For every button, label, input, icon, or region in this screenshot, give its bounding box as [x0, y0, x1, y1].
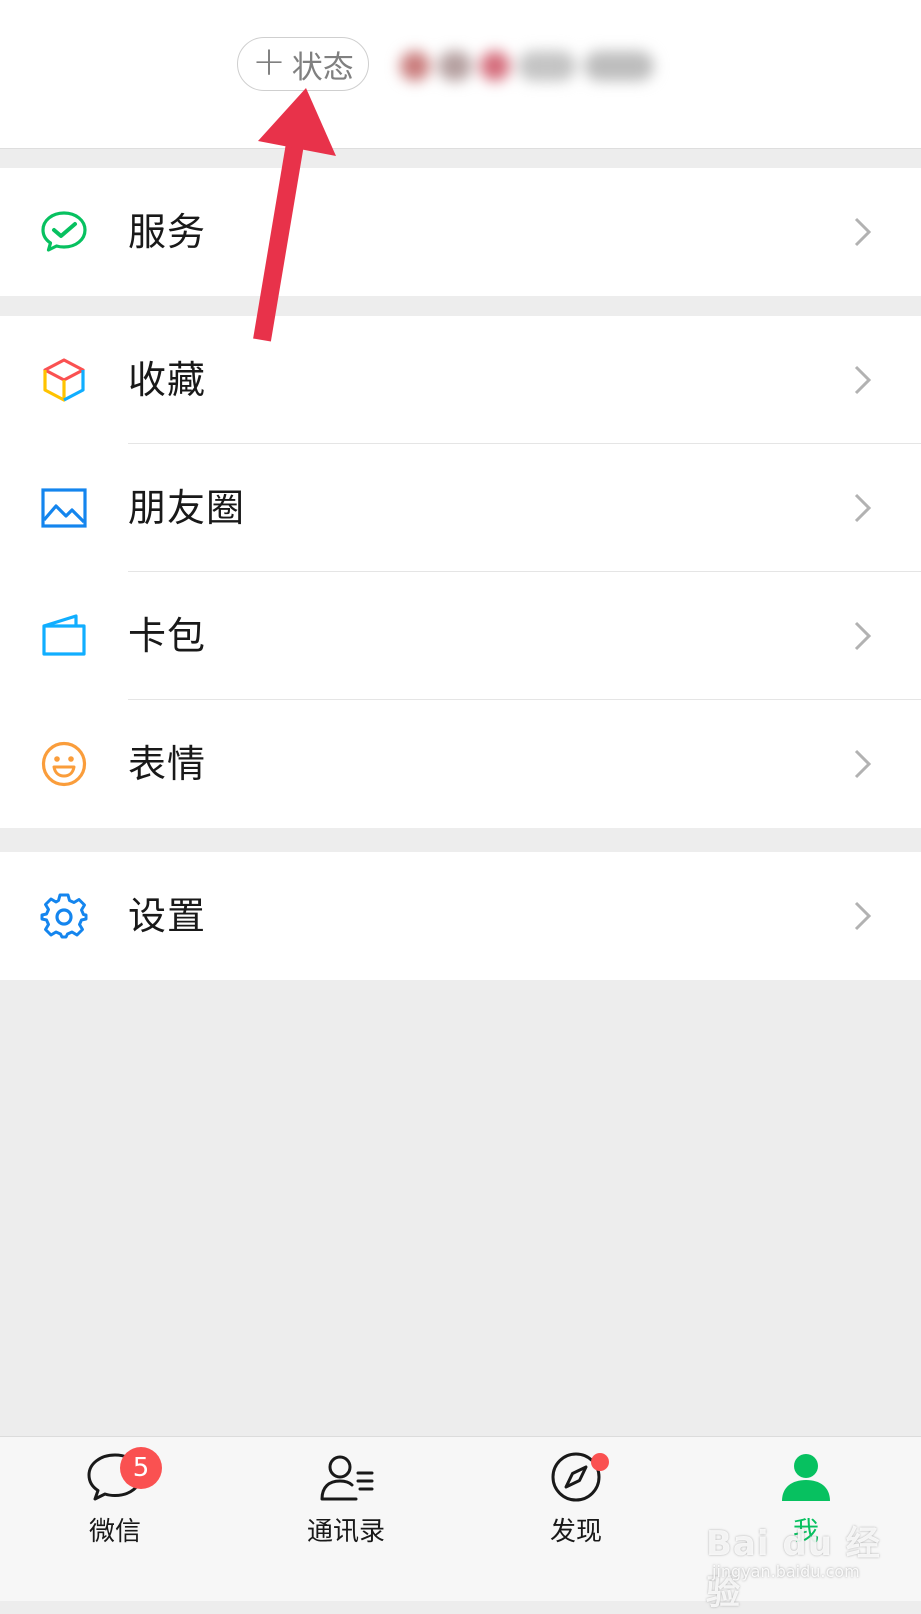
- tab-discover[interactable]: 发现: [511, 1451, 641, 1561]
- menu-group-main: 收藏 朋友圈 卡包 表情: [0, 316, 921, 828]
- chevron-right-icon: [854, 365, 872, 395]
- menu-item-favorites-label: 收藏: [128, 358, 207, 402]
- menu-item-moments[interactable]: 朋友圈: [0, 444, 921, 572]
- add-status-button[interactable]: + 状态: [237, 37, 369, 91]
- menu-item-favorites[interactable]: 收藏: [0, 316, 921, 444]
- status-button-label: 状态: [291, 49, 354, 86]
- chevron-right-icon: [854, 621, 872, 651]
- tab-chats[interactable]: 5 微信: [50, 1447, 180, 1561]
- menu-item-stickers-label: 表情: [128, 742, 207, 786]
- tab-contacts[interactable]: 通讯录: [281, 1451, 411, 1561]
- contacts-icon: [320, 1455, 374, 1501]
- tab-chats-label: 微信: [88, 1517, 141, 1547]
- profile-header: + 状态: [0, 0, 921, 149]
- plus-icon: +: [252, 39, 286, 85]
- menu-group-settings: 设置: [0, 852, 921, 980]
- unread-badge: 5: [120, 1447, 162, 1489]
- picture-icon: [41, 488, 87, 528]
- menu-item-settings-label: 设置: [128, 894, 207, 938]
- chevron-right-icon: [854, 901, 872, 931]
- smiley-icon: [41, 741, 87, 787]
- menu-item-stickers[interactable]: 表情: [0, 700, 921, 828]
- chevron-right-icon: [854, 493, 872, 523]
- baidu-watermark: Bai du 经验 jingyan.baidu.com: [706, 1516, 886, 1613]
- menu-item-services-label: 服务: [128, 210, 207, 254]
- chevron-right-icon: [854, 749, 872, 779]
- menu-item-moments-label: 朋友圈: [128, 486, 246, 530]
- chevron-right-icon: [854, 217, 872, 247]
- tab-discover-label: 发现: [549, 1517, 602, 1547]
- menu-group-services: 服务: [0, 168, 921, 296]
- blurred-friend-status: [400, 44, 675, 88]
- tab-contacts-label: 通讯录: [306, 1517, 385, 1547]
- menu-item-settings[interactable]: 设置: [0, 852, 921, 980]
- card-icon: [42, 614, 86, 656]
- notification-dot: [591, 1453, 609, 1471]
- menu-item-cards-label: 卡包: [128, 614, 207, 658]
- gear-icon: [40, 893, 88, 939]
- menu-item-services[interactable]: 服务: [0, 168, 921, 296]
- cube-icon: [43, 358, 85, 402]
- person-icon: [782, 1454, 830, 1501]
- watermark-url: jingyan.baidu.com: [712, 1562, 860, 1581]
- wechat-pay-icon: [41, 211, 87, 252]
- menu-item-cards[interactable]: 卡包: [0, 572, 921, 700]
